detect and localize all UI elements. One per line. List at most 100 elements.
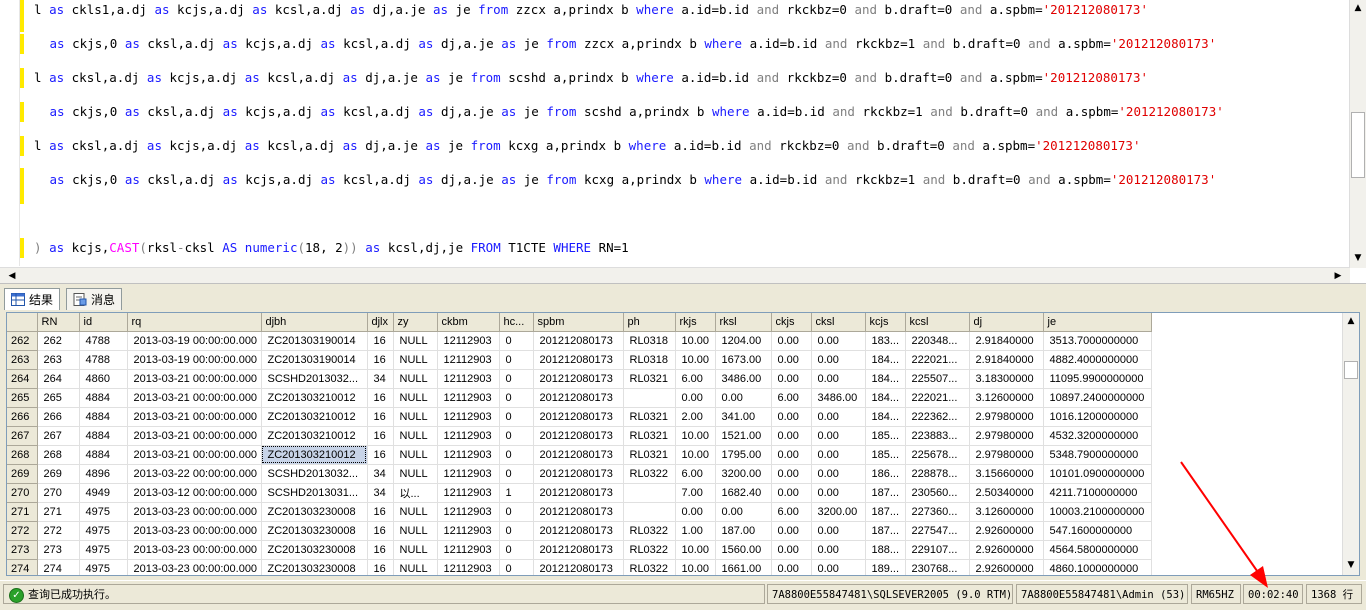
- table-cell[interactable]: 273: [37, 540, 80, 560]
- table-cell[interactable]: 10.00: [675, 426, 716, 446]
- table-cell[interactable]: 201212080173: [533, 426, 624, 446]
- column-header[interactable]: ckbm: [437, 313, 500, 332]
- table-cell[interactable]: ZC201303230008: [261, 559, 368, 575]
- table-cell[interactable]: 201212080173: [533, 331, 624, 351]
- table-cell[interactable]: NULL: [393, 350, 438, 370]
- table-cell[interactable]: NULL: [393, 388, 438, 408]
- table-cell[interactable]: 547.1600000000: [1043, 521, 1152, 541]
- table-cell[interactable]: 4564.5800000000: [1043, 540, 1152, 560]
- table-row[interactable]: 273 273 4975 2013-03-23 00:00:00.000 ZC20130…: [7, 540, 1152, 560]
- table-row[interactable]: 272 272 4975 2013-03-23 00:00:00.000 ZC20130…: [7, 521, 1152, 541]
- table-cell[interactable]: 223883...: [905, 426, 970, 446]
- table-cell[interactable]: 16: [367, 407, 394, 427]
- table-cell[interactable]: 2013-03-21 00:00:00.000: [127, 388, 262, 408]
- table-cell[interactable]: 12112903: [437, 407, 500, 427]
- table-cell[interactable]: 201212080173: [533, 464, 624, 484]
- row-number[interactable]: 267: [7, 426, 38, 446]
- tab-results[interactable]: 结果: [4, 288, 61, 310]
- table-cell[interactable]: 16: [367, 350, 394, 370]
- table-cell[interactable]: 186...: [865, 464, 906, 484]
- table-cell[interactable]: 1560.00: [715, 540, 772, 560]
- column-header[interactable]: ckjs: [771, 313, 812, 332]
- table-cell[interactable]: 222362...: [905, 407, 970, 427]
- table-cell[interactable]: 3.15660000: [969, 464, 1044, 484]
- table-cell[interactable]: 10.00: [675, 331, 716, 351]
- table-cell[interactable]: 185...: [865, 426, 906, 446]
- table-cell[interactable]: NULL: [393, 502, 438, 522]
- table-cell[interactable]: 4975: [79, 540, 128, 560]
- table-cell[interactable]: 0.00: [771, 350, 812, 370]
- table-cell[interactable]: 0.00: [811, 483, 866, 503]
- table-cell[interactable]: RL0321: [623, 445, 676, 465]
- table-cell[interactable]: 3486.00: [811, 388, 866, 408]
- table-cell[interactable]: 12112903: [437, 445, 500, 465]
- table-cell[interactable]: 230560...: [905, 483, 970, 503]
- table-cell[interactable]: 4975: [79, 559, 128, 575]
- table-cell[interactable]: 227547...: [905, 521, 970, 541]
- table-cell[interactable]: 2.91840000: [969, 350, 1044, 370]
- table-cell[interactable]: NULL: [393, 464, 438, 484]
- table-cell[interactable]: 0.00: [771, 369, 812, 389]
- table-cell[interactable]: 12112903: [437, 388, 500, 408]
- row-number[interactable]: 271: [7, 502, 38, 522]
- table-cell[interactable]: 6.00: [771, 502, 812, 522]
- row-number[interactable]: 263: [7, 350, 38, 370]
- table-cell[interactable]: 2013-03-12 00:00:00.000: [127, 483, 262, 503]
- table-cell[interactable]: 2.50340000: [969, 483, 1044, 503]
- table-cell[interactable]: 187.00: [715, 521, 772, 541]
- column-header[interactable]: kcjs: [865, 313, 906, 332]
- table-cell[interactable]: 2013-03-19 00:00:00.000: [127, 350, 262, 370]
- table-cell[interactable]: 0: [499, 388, 534, 408]
- table-cell[interactable]: 2013-03-22 00:00:00.000: [127, 464, 262, 484]
- table-cell[interactable]: 4884: [79, 445, 128, 465]
- table-cell[interactable]: SCSHD2013032...: [261, 369, 368, 389]
- table-cell[interactable]: 1204.00: [715, 331, 772, 351]
- table-cell[interactable]: [623, 502, 676, 522]
- table-cell[interactable]: 0: [499, 540, 534, 560]
- table-cell[interactable]: RL0322: [623, 521, 676, 541]
- table-cell[interactable]: 1682.40: [715, 483, 772, 503]
- column-header[interactable]: RN: [37, 313, 80, 332]
- table-cell[interactable]: 10.00: [675, 559, 716, 575]
- table-cell[interactable]: 4882.4000000000: [1043, 350, 1152, 370]
- table-row[interactable]: 265 265 4884 2013-03-21 00:00:00.000 ZC20130…: [7, 388, 1152, 408]
- table-row[interactable]: 262 262 4788 2013-03-19 00:00:00.000 ZC20130…: [7, 331, 1152, 351]
- table-cell[interactable]: 16: [367, 445, 394, 465]
- scroll-down-arrow-icon[interactable]: ▼: [1343, 557, 1359, 573]
- editor-vertical-scrollbar[interactable]: ▲ ▼: [1349, 0, 1366, 268]
- table-cell[interactable]: 227360...: [905, 502, 970, 522]
- table-cell[interactable]: 1: [499, 483, 534, 503]
- table-cell[interactable]: 2.97980000: [969, 426, 1044, 446]
- table-row[interactable]: 270 270 4949 2013-03-12 00:00:00.000 SCSHD20…: [7, 483, 1152, 503]
- table-cell[interactable]: 201212080173: [533, 445, 624, 465]
- scroll-right-arrow-icon[interactable]: ▶: [1330, 268, 1346, 284]
- table-cell[interactable]: 3200.00: [715, 464, 772, 484]
- table-row[interactable]: 263 263 4788 2013-03-19 00:00:00.000 ZC20130…: [7, 350, 1152, 370]
- table-cell[interactable]: 0: [499, 331, 534, 351]
- row-number[interactable]: 265: [7, 388, 38, 408]
- table-cell[interactable]: 2.97980000: [969, 445, 1044, 465]
- table-cell[interactable]: 4975: [79, 502, 128, 522]
- table-cell[interactable]: 4884: [79, 388, 128, 408]
- table-cell[interactable]: 12112903: [437, 521, 500, 541]
- table-cell[interactable]: 268: [37, 445, 80, 465]
- column-header[interactable]: dj: [969, 313, 1044, 332]
- table-cell[interactable]: 2013-03-23 00:00:00.000: [127, 502, 262, 522]
- table-cell[interactable]: 12112903: [437, 331, 500, 351]
- table-cell[interactable]: 222021...: [905, 350, 970, 370]
- table-cell[interactable]: 271: [37, 502, 80, 522]
- table-cell[interactable]: 0.00: [771, 464, 812, 484]
- table-cell[interactable]: 2.91840000: [969, 331, 1044, 351]
- table-cell[interactable]: 0.00: [811, 407, 866, 427]
- scroll-up-arrow-icon[interactable]: ▲: [1343, 313, 1359, 329]
- table-cell[interactable]: 220348...: [905, 331, 970, 351]
- table-cell[interactable]: 0.00: [811, 369, 866, 389]
- table-cell[interactable]: 5348.7900000000: [1043, 445, 1152, 465]
- table-cell[interactable]: 4896: [79, 464, 128, 484]
- column-header[interactable]: hc...: [499, 313, 534, 332]
- grid-vertical-scrollbar[interactable]: ▲ ▼: [1342, 313, 1359, 575]
- column-header[interactable]: rksl: [715, 313, 772, 332]
- table-cell[interactable]: 10.00: [675, 350, 716, 370]
- row-number[interactable]: 262: [7, 331, 38, 351]
- table-cell[interactable]: 184...: [865, 388, 906, 408]
